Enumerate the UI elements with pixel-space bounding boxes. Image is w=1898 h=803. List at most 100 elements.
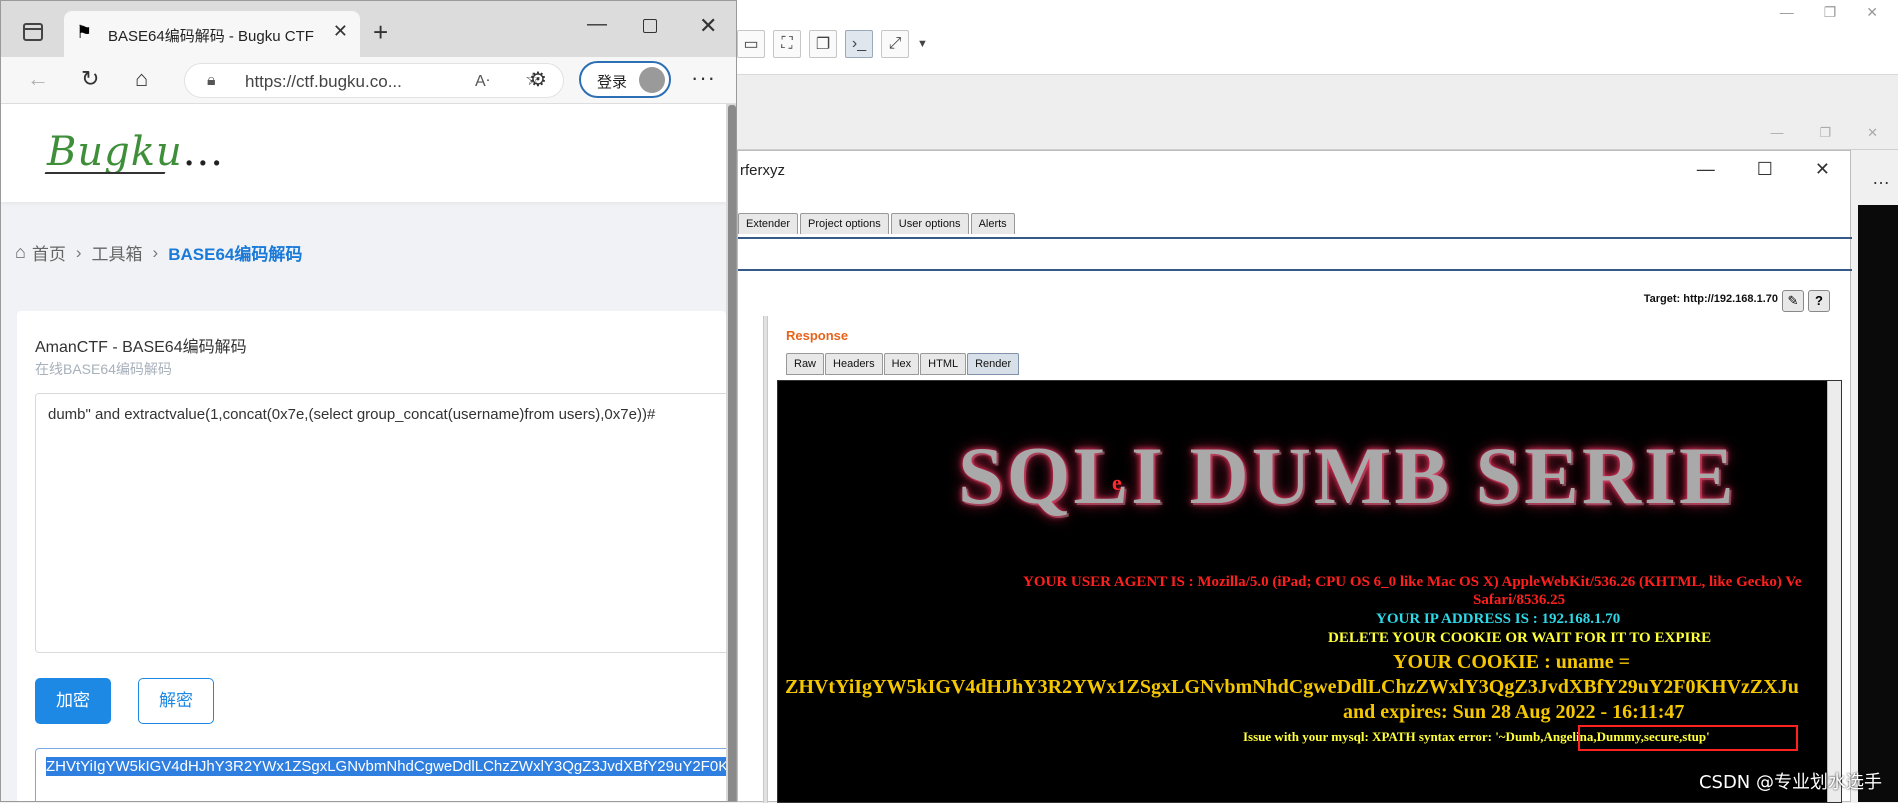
home-icon[interactable]: ⌂	[135, 66, 148, 92]
extensions-icon[interactable]: ⚙	[529, 67, 547, 92]
login-label: 登录	[597, 74, 628, 91]
focus-icon[interactable]: ⛶	[773, 30, 801, 58]
back-icon[interactable]: ←	[27, 66, 49, 92]
minimize-icon[interactable]: —	[1697, 159, 1715, 180]
tab-project-options[interactable]: Project options	[800, 213, 889, 234]
render-view: SQLI DUMB SERIE YOUR USER AGENT IS : Moz…	[777, 380, 1842, 803]
address-bar: ← ↻ ⌂ 🔒︎ https://ctf.bugku.co... Aᐧ ☆ ⚙ …	[1, 57, 736, 104]
restore-icon[interactable]: ❐	[1819, 125, 1831, 141]
tab-alerts[interactable]: Alerts	[970, 213, 1015, 234]
layout-icon[interactable]: ▭	[737, 30, 765, 58]
tab-html[interactable]: HTML	[920, 353, 967, 375]
tab-user-options[interactable]: User options	[890, 213, 969, 234]
tab-render[interactable]: Render	[967, 353, 1020, 375]
tab-bar: ⚑ BASE64编码解码 - Bugku CTF ✕ + — ✕	[1, 1, 736, 57]
tool-card: AmanCTF - BASE64编码解码 在线BASE64编码解码 dumb" …	[17, 311, 735, 801]
minimize-icon[interactable]: —	[587, 13, 607, 36]
error-highlight-box	[1578, 725, 1798, 751]
expires-line: and expires: Sun 28 Aug 2022 - 16:11:47	[1343, 701, 1685, 723]
background-toolbar: ▭ ⛶ ❐ ›_ ⤢ ▼	[737, 30, 928, 58]
maximize-icon[interactable]: ☐	[1757, 159, 1773, 180]
more-icon[interactable]: ···	[691, 65, 716, 91]
burp-window-controls: — ☐ ✕	[1697, 159, 1830, 180]
lock-icon[interactable]: 🔒︎	[207, 72, 216, 90]
burp-window: rferxyz — ☐ ✕ Extender Project options U…	[737, 150, 1852, 803]
divider	[738, 269, 1852, 271]
close-icon[interactable]: ✕	[1866, 4, 1878, 21]
tab-extender[interactable]: Extender	[738, 213, 799, 234]
copy-window-icon[interactable]: ❐	[809, 30, 837, 58]
chevron-down-icon[interactable]: ▼	[917, 38, 928, 50]
split-pane-handle[interactable]	[763, 316, 768, 803]
burp-tabs: Extender Project options User options Al…	[738, 213, 1015, 234]
site-header: Bugku...	[1, 104, 726, 202]
flag-icon: ⚑	[76, 22, 93, 42]
close-icon[interactable]: ✕	[699, 13, 717, 39]
background-window-controls: — ❐ ✕	[1780, 4, 1878, 21]
scrollbar[interactable]	[1827, 381, 1841, 802]
breadcrumb-home[interactable]: 首页	[32, 240, 66, 265]
sqli-banner: SQLI DUMB SERIE	[958, 430, 1737, 521]
background-window-controls-2: — ❐ ✕	[1770, 125, 1878, 141]
restore-icon[interactable]: ❐	[1824, 4, 1837, 21]
scrollbar-thumb[interactable]	[728, 105, 736, 801]
home-icon: ⌂	[15, 242, 26, 262]
browser-tab[interactable]: ⚑ BASE64编码解码 - Bugku CTF ✕	[64, 11, 360, 57]
background-band	[737, 75, 1898, 150]
browser-window: ⚑ BASE64编码解码 - Bugku CTF ✕ + — ✕ ← ↻ ⌂ 🔒…	[0, 0, 737, 802]
breadcrumb-tools[interactable]: 工具箱	[92, 240, 143, 265]
minimize-icon[interactable]: —	[1780, 4, 1794, 21]
response-label: Response	[786, 328, 849, 343]
logo-dots: ...	[182, 129, 224, 175]
input-text: dumb" and extractvalue(1,concat(0x7e,(se…	[48, 406, 656, 423]
ip-line: YOUR IP ADDRESS IS : 192.168.1.70	[1376, 611, 1621, 627]
chevron-right-icon: ›	[152, 242, 159, 262]
login-button[interactable]: 登录	[579, 61, 671, 98]
decode-button[interactable]: 解密	[138, 678, 214, 724]
tab-raw[interactable]: Raw	[786, 353, 825, 375]
edit-icon[interactable]: ✎	[1782, 290, 1804, 312]
card-subtitle: 在线BASE64编码解码	[35, 361, 172, 377]
card-title: AmanCTF - BASE64编码解码	[35, 339, 247, 356]
read-aloud-icon[interactable]: Aᐧ	[475, 71, 490, 91]
close-icon[interactable]: ✕	[1867, 125, 1878, 141]
cookie-line: YOUR COOKIE : uname =	[1393, 651, 1630, 673]
input-textarea[interactable]: dumb" and extractvalue(1,concat(0x7e,(se…	[35, 393, 735, 653]
help-icon[interactable]: ?	[1808, 290, 1830, 312]
page-content: Bugku... ⌂ 首页 › 工具箱 › BASE64编码解码 AmanCTF…	[1, 104, 735, 801]
output-text: ZHVtYiIgYW5kIGV4dHJhY3R2YWx1ZSgxLGNvbmNh…	[46, 757, 734, 776]
edge-letter: e	[1112, 470, 1122, 495]
logo[interactable]: Bugku...	[47, 129, 224, 175]
logo-underline	[44, 172, 166, 174]
delete-cookie-line: DELETE YOUR COOKIE OR WAIT FOR IT TO EXP…	[1328, 630, 1712, 646]
watermark: CSDN @专业划水选手	[1698, 772, 1882, 793]
avatar	[639, 67, 665, 93]
target-label: Target: http://192.168.1.70	[1643, 293, 1778, 305]
breadcrumb-current: BASE64编码解码	[168, 245, 303, 264]
minimize-icon[interactable]: —	[1770, 125, 1783, 141]
expand-icon[interactable]: ⤢	[881, 30, 909, 58]
maximize-icon[interactable]	[643, 19, 657, 33]
more-icon[interactable]: …	[1872, 168, 1890, 189]
user-agent-line-2: Safari/8536.25	[1473, 592, 1566, 608]
issue-prefix: Issue with your mysql: XPATH syntax erro…	[1243, 729, 1496, 744]
divider	[738, 237, 1852, 239]
tab-actions-icon[interactable]	[23, 23, 43, 41]
background-dark-panel	[1858, 205, 1898, 802]
reload-icon[interactable]: ↻	[81, 66, 99, 92]
burp-title: rferxyz	[740, 161, 785, 179]
terminal-icon[interactable]: ›_	[845, 30, 873, 58]
new-tab-icon[interactable]: +	[373, 17, 388, 48]
close-icon[interactable]: ✕	[1815, 159, 1830, 180]
output-textarea[interactable]: ZHVtYiIgYW5kIGV4dHJhY3R2YWx1ZSgxLGNvbmNh…	[35, 748, 735, 801]
url-input[interactable]: 🔒︎ https://ctf.bugku.co... Aᐧ ☆	[184, 63, 564, 98]
close-icon[interactable]: ✕	[333, 21, 348, 42]
tab-hex[interactable]: Hex	[883, 353, 920, 375]
chevron-right-icon: ›	[75, 242, 82, 262]
logo-text: Bugku	[47, 129, 183, 175]
response-tabs: Raw Headers Hex HTML Render	[786, 353, 1020, 375]
tab-headers[interactable]: Headers	[825, 353, 883, 375]
tab-title: BASE64编码解码 - Bugku CTF	[108, 28, 314, 45]
url-text: https://ctf.bugku.co...	[245, 72, 402, 91]
encode-button[interactable]: 加密	[35, 678, 111, 724]
